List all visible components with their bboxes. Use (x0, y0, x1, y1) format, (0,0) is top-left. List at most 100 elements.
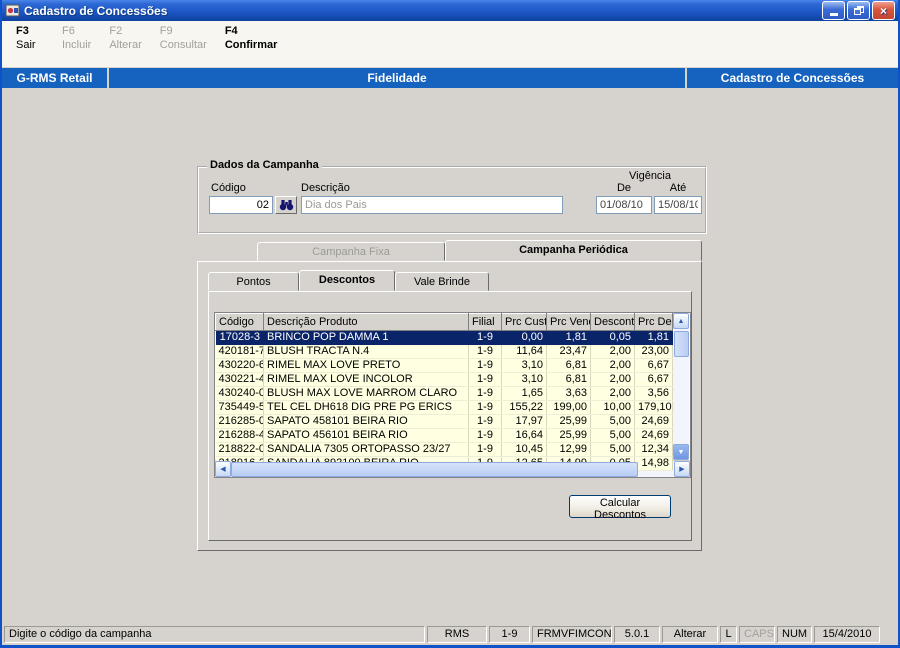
cell-descricao: BRINCO POP DAMMA 1 (263, 330, 469, 345)
tab-label: Campanha Periódica (519, 244, 628, 256)
toolbar-button[interactable]: F6 Incluir (62, 25, 91, 51)
grid-column-header[interactable]: Prc Desc (634, 313, 673, 331)
calcular-descontos-button[interactable]: Calcular Descontos (569, 495, 671, 521)
cell-prc-venda: 25,99 (546, 414, 591, 429)
cell-descricao: BLUSH TRACTA N.4 (263, 344, 469, 359)
banner: G-RMS Retail Fidelidade Cadastro de Conc… (2, 68, 898, 88)
cell-prc-desc: 1,81 (634, 330, 673, 345)
toolbar-button[interactable]: F4 Confirmar (225, 25, 278, 51)
toolbar-button[interactable]: F2 Alterar (109, 25, 141, 51)
grid-row[interactable]: 735449-5 TEL CEL DH618 DIG PRE PG ERICS … (215, 400, 673, 415)
products-grid: Código Descrição Produto Filial Prc Cust… (214, 312, 691, 478)
grid-column-header[interactable]: Filial (468, 313, 502, 331)
tab-label: Vale Brinde (413, 276, 471, 288)
cell-codigo: 420181-7 (215, 344, 264, 359)
grid-row[interactable]: 430221-4 RIMEL MAX LOVE INCOLOR 1-9 3,10… (215, 372, 673, 387)
status-panel: NUM (777, 625, 812, 643)
cell-codigo: 218822-0 (215, 442, 264, 457)
toolbar-button-label: Alterar (109, 39, 142, 51)
grid-column-header[interactable]: Desconto (590, 313, 635, 331)
horizontal-scrollbar[interactable]: ◀ ▶ (215, 460, 690, 477)
toolbar-button-label: Incluir (62, 39, 92, 51)
toolbar-button-key: F4 (224, 25, 238, 37)
cell-prc-desc: 6,67 (634, 358, 673, 373)
grid-row[interactable]: 216288-4 SAPATO 456101 BEIRA RIO 1-9 16,… (215, 428, 673, 443)
cell-prc-desc: 179,10 (634, 400, 673, 415)
horizontal-scroll-thumb[interactable] (231, 462, 638, 477)
benefit-tab[interactable]: Descontos (299, 270, 395, 291)
vigencia-label: Vigência (629, 170, 671, 182)
app-icon (5, 4, 20, 17)
restore-icon (853, 6, 864, 15)
banner-module-name: Fidelidade (109, 68, 685, 88)
status-panel: 1-9 (489, 625, 530, 643)
cell-prc-custo: 17,97 (501, 414, 547, 429)
grid-column-header[interactable]: Código (215, 313, 264, 331)
vigencia-ate-input[interactable] (654, 196, 702, 214)
cell-filial: 1-9 (468, 372, 502, 387)
toolbar-button-key: F9 (159, 25, 173, 37)
horizontal-scroll-track[interactable] (231, 461, 674, 477)
status-panel: 15/4/2010 (814, 625, 880, 643)
scroll-up-button[interactable]: ▲ (673, 313, 689, 329)
grid-column-header[interactable]: Descrição Produto (263, 313, 469, 331)
ate-label: Até (669, 182, 687, 194)
grid-row[interactable]: 430240-0 BLUSH MAX LOVE MARROM CLARO 1-9… (215, 386, 673, 401)
close-button[interactable]: × (872, 1, 895, 20)
cell-descricao: BLUSH MAX LOVE MARROM CLARO (263, 386, 469, 401)
vertical-scroll-thumb[interactable] (674, 331, 689, 357)
banner-screen-name: Cadastro de Concessões (687, 68, 898, 88)
campanha-periodica-page: Pontos Descontos Vale Brinde Código Desc… (197, 261, 702, 551)
cell-desconto: 2,00 (590, 386, 635, 401)
close-icon: × (879, 3, 887, 18)
restore-button[interactable] (847, 1, 870, 20)
status-panel: RMS (427, 625, 487, 643)
window-title: Cadastro de Concessões (24, 3, 168, 18)
banner-app-name: G-RMS Retail (2, 68, 107, 88)
cell-prc-custo: 3,10 (501, 372, 547, 387)
grid-row[interactable]: 17028-3 BRINCO POP DAMMA 1 1-9 0,00 1,81… (215, 330, 673, 345)
campaign-type-tabs: Campanha Fixa Campanha Periódica Pontos (197, 240, 702, 552)
cell-descricao: RIMEL MAX LOVE PRETO (263, 358, 469, 373)
toolbar-button-label: Confirmar (224, 39, 278, 51)
cell-prc-venda: 12,99 (546, 442, 591, 457)
grid-header-row: Código Descrição Produto Filial Prc Cust… (215, 313, 673, 331)
grid-row[interactable]: 216285-0 SAPATO 458101 BEIRA RIO 1-9 17,… (215, 414, 673, 429)
cell-codigo: 430221-4 (215, 372, 264, 387)
campaign-type-tab[interactable]: Campanha Periódica (445, 240, 702, 261)
products-table: Código Descrição Produto Filial Prc Cust… (215, 313, 673, 471)
vigencia-de-input[interactable] (596, 196, 652, 214)
grid-row[interactable]: 218822-0 SANDALIA 7305 ORTOPASSO 23/27 1… (215, 442, 673, 457)
grid-row[interactable]: 420181-7 BLUSH TRACTA N.4 1-9 11,64 23,4… (215, 344, 673, 359)
grid-column-header[interactable]: Prc Venda (546, 313, 591, 331)
arrow-down-icon: ▼ (677, 448, 685, 456)
vertical-scrollbar[interactable]: ▲ ▼ (673, 313, 689, 460)
function-key-toolbar: F3 Sair F6 Incluir F2 Alterar F9 Consult… (2, 21, 898, 68)
descricao-input[interactable] (301, 196, 563, 214)
cell-prc-venda: 25,99 (546, 428, 591, 443)
benefit-tab[interactable]: Pontos (208, 272, 299, 291)
campaign-type-tab[interactable]: Campanha Fixa (257, 242, 445, 261)
campaign-groupbox: Dados da Campanha Vigência Código Descri… (197, 159, 707, 234)
codigo-input[interactable] (209, 196, 273, 214)
scroll-left-button[interactable]: ◀ (215, 461, 231, 477)
cell-filial: 1-9 (468, 330, 502, 345)
search-campaign-button[interactable] (275, 196, 297, 214)
de-label: De (616, 182, 632, 194)
status-panel: FRMVFIMCONC (532, 625, 612, 643)
minimize-button[interactable] (822, 1, 845, 20)
vertical-scroll-track[interactable] (673, 329, 689, 444)
scroll-right-button[interactable]: ▶ (674, 461, 690, 477)
toolbar-button-label: Consultar (159, 39, 207, 51)
cell-prc-desc: 6,67 (634, 372, 673, 387)
cell-codigo: 216285-0 (215, 414, 264, 429)
main-area: Dados da Campanha Vigência Código Descri… (2, 88, 898, 623)
scroll-down-button[interactable]: ▼ (673, 444, 689, 460)
toolbar-button[interactable]: F3 Sair (16, 25, 44, 51)
toolbar-button[interactable]: F9 Consultar (160, 25, 207, 51)
cell-prc-custo: 16,64 (501, 428, 547, 443)
grid-column-header[interactable]: Prc Custo (501, 313, 547, 331)
grid-row[interactable]: 430220-6 RIMEL MAX LOVE PRETO 1-9 3,10 6… (215, 358, 673, 373)
toolbar-button-key: F3 (16, 25, 29, 37)
benefit-tab[interactable]: Vale Brinde (395, 272, 489, 291)
